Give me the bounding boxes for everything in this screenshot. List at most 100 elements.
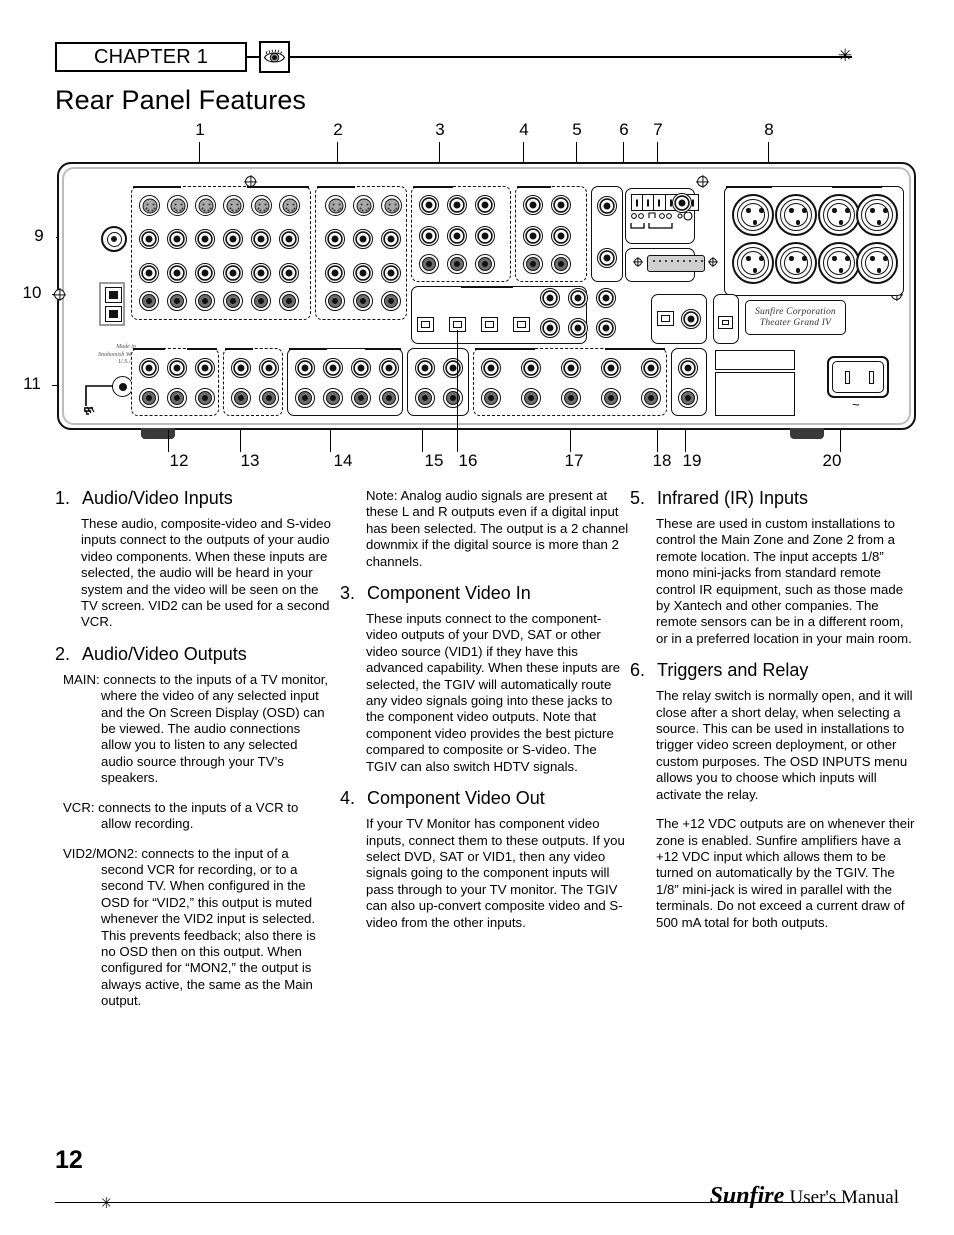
callout-leader-19	[685, 430, 687, 452]
callout-leader-8	[768, 142, 770, 164]
component-pr-jack	[419, 254, 439, 274]
coax-digital-jack	[596, 318, 616, 338]
text-column-1: 1. Audio/Video Inputs These audio, compo…	[55, 488, 331, 1023]
callout-leader-17	[570, 430, 572, 452]
subwoofer-out-jack-2	[678, 388, 698, 408]
section-2: 2. Audio/Video Outputs MAIN: connects to…	[55, 644, 331, 1010]
preout-jack-l	[167, 358, 187, 378]
preout-jack-l	[231, 358, 251, 378]
callout-leader-4	[523, 142, 525, 164]
callout-leader-1	[199, 142, 201, 164]
audio-right-out-jack	[381, 291, 401, 311]
callout-leader-3	[439, 142, 441, 164]
brand-model: Theater Grand IV	[759, 317, 832, 328]
section-2-paragraph-3: VID2/MON2: connects to the input of a se…	[63, 845, 316, 1009]
audio-left-out-jack	[381, 263, 401, 283]
coax-digital-jack	[568, 288, 588, 308]
callout-leader-2	[337, 142, 339, 164]
preout-jack-l	[195, 358, 215, 378]
brand-company: Sunfire Corporation	[755, 306, 836, 317]
audio-right-out-jack	[325, 291, 345, 311]
section-6-heading: 6. Triggers and Relay	[630, 660, 918, 681]
coax-digital-jack	[540, 288, 560, 308]
section-1: 1. Audio/Video Inputs These audio, compo…	[55, 488, 331, 631]
chassis-screw-left	[54, 289, 65, 300]
xlr-output-jack	[856, 242, 898, 284]
section-2-paragraph-1: MAIN: connects to the inputs of a TV mon…	[63, 671, 329, 786]
preout-jack-r	[601, 388, 621, 408]
composite-video-jack	[279, 229, 299, 249]
preout-jack-l	[379, 358, 399, 378]
callout-20: 20	[822, 451, 842, 470]
composite-video-out-jack	[325, 229, 345, 249]
callout-leader-13	[240, 430, 242, 452]
component-out-y-jack	[551, 195, 571, 215]
component-out-pr-jack	[551, 254, 571, 274]
iec-power-inlet	[827, 356, 889, 398]
callout-14: 14	[333, 451, 353, 470]
callout-10: 10	[22, 283, 42, 302]
footer-brand: Sunfire User's Manual	[710, 1183, 899, 1210]
component-pb-jack	[475, 226, 495, 246]
audio-right-jack	[195, 291, 215, 311]
preout-jack-r	[415, 388, 435, 408]
fm-antenna-jack	[101, 226, 127, 252]
callout-6: 6	[619, 120, 629, 139]
audio-left-jack	[167, 263, 187, 283]
section-5: 5. Infrared (IR) Inputs These are used i…	[630, 488, 918, 647]
callout-leader-12	[168, 430, 170, 452]
preout-jack-l	[139, 358, 159, 378]
callout-13: 13	[240, 451, 260, 470]
preout-jack-l	[641, 358, 661, 378]
section-1-paragraph-1: These audio, composite-video and S-video…	[81, 516, 331, 630]
component-out-pb-jack	[551, 226, 571, 246]
section-3: 3. Component Video In These inputs conne…	[340, 583, 630, 775]
trigger-terminal-legend-icon	[630, 212, 693, 229]
audio-left-out-jack	[353, 263, 373, 283]
trigger-mini-jack	[672, 193, 692, 213]
coax-digital-jack	[540, 318, 560, 338]
composite-video-jack	[167, 229, 187, 249]
optical-digital-jack	[513, 317, 530, 332]
section-6-number: 6.	[630, 660, 646, 681]
preout-jack-l	[561, 358, 581, 378]
callout-4: 4	[519, 120, 529, 139]
callout-3: 3	[435, 120, 445, 139]
audio-left-jack	[279, 263, 299, 283]
preout-jack-l	[481, 358, 501, 378]
section-2-heading: 2. Audio/Video Outputs	[55, 644, 331, 665]
section-5-title: Infrared (IR) Inputs	[657, 488, 809, 508]
section-5-number: 5.	[630, 488, 646, 508]
section-5-heading: 5. Infrared (IR) Inputs	[630, 488, 918, 509]
preout-jack-l	[351, 358, 371, 378]
chapter-label: CHAPTER 1	[55, 42, 247, 72]
subwoofer-out-jack	[678, 358, 698, 378]
callout-15: 15	[424, 451, 444, 470]
component-y-jack	[447, 195, 467, 215]
audio-right-out-jack	[353, 291, 373, 311]
chassis-foot-left	[141, 428, 175, 439]
preout-jack-r	[521, 388, 541, 408]
dsub-screw-right	[709, 258, 717, 266]
xlr-output-jack	[732, 242, 774, 284]
s-video-out-jack	[325, 195, 346, 216]
callout-18: 18	[652, 451, 672, 470]
section-1-title: Audio/Video Inputs	[82, 488, 233, 508]
preout-jack-r	[379, 388, 399, 408]
component-out-pr-jack	[523, 254, 543, 274]
preout-jack-l	[415, 358, 435, 378]
footer-brand-name: Sunfire	[709, 1183, 785, 1209]
audio-left-jack	[139, 263, 159, 283]
ground-symbol-icon	[84, 385, 113, 415]
s-video-out-jack	[353, 195, 374, 216]
audio-left-jack	[251, 263, 271, 283]
callout-7: 7	[653, 120, 663, 139]
preout-jack-l	[601, 358, 621, 378]
callout-leader-5	[576, 142, 578, 164]
section-1-heading: 1. Audio/Video Inputs	[55, 488, 331, 509]
s-video-jack	[195, 195, 216, 216]
preout-jack-l	[521, 358, 541, 378]
page-header: CHAPTER 1 ✳ Rear Panel Features	[0, 0, 954, 115]
composite-video-out-jack	[381, 229, 401, 249]
component-pb-jack	[419, 226, 439, 246]
